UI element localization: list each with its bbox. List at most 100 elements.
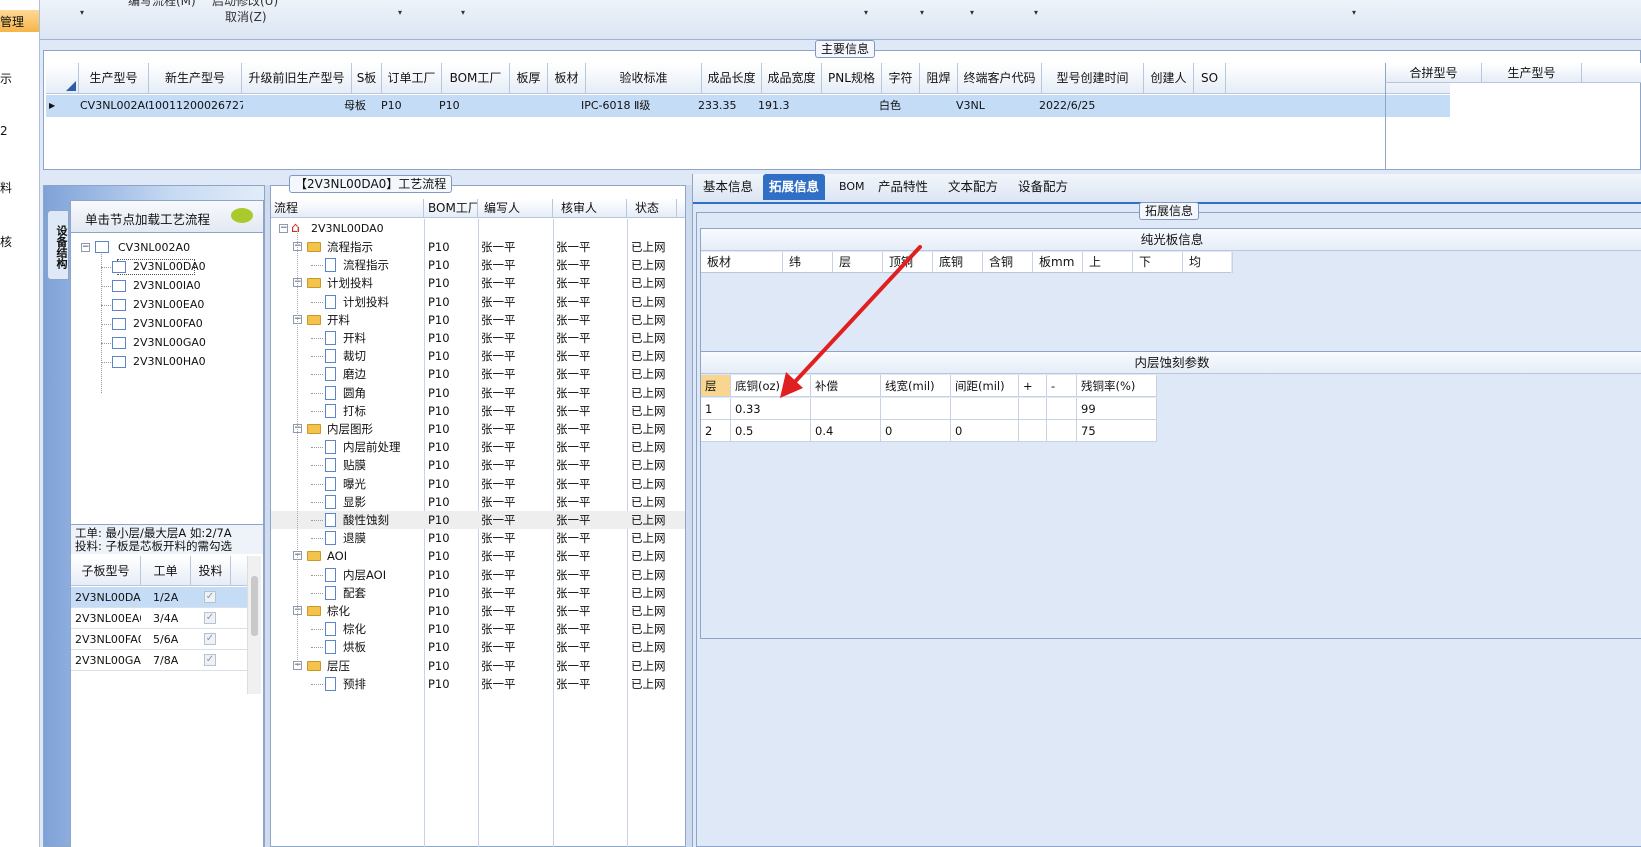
col-header[interactable]: 成品长度 <box>702 63 762 93</box>
left-nav-item-3[interactable]: 料 <box>0 179 12 196</box>
table-cell[interactable] <box>1019 420 1047 442</box>
process-step-row[interactable]: 内层前处理 P10 张一平 张一平 已上网 <box>271 438 685 456</box>
col-header[interactable]: 层 <box>833 252 883 273</box>
col-header[interactable]: 均 <box>1183 252 1233 273</box>
col-header[interactable]: 板mm <box>1033 252 1083 273</box>
table-cell[interactable]: 0.33 <box>731 398 811 420</box>
process-step-row[interactable]: 打标 P10 张一平 张一平 已上网 <box>271 402 685 420</box>
checkbox[interactable]: ✓ <box>204 612 216 624</box>
process-group-row[interactable]: − 开料 P10 张一平 张一平 已上网 <box>271 311 685 329</box>
side-tab[interactable]: 设备结构 <box>47 210 69 280</box>
table-row[interactable]: 2V3NL00EA0 3/4A ✓ <box>71 608 247 629</box>
dropdown-arrow-icon[interactable]: ▾ <box>398 8 402 17</box>
col-header[interactable]: 顶铜 <box>883 252 933 273</box>
col-header[interactable]: 流程 <box>271 199 424 218</box>
dropdown-arrow-icon[interactable]: ▾ <box>1034 8 1038 17</box>
col-header[interactable]: 板厚 <box>510 63 548 93</box>
col-header[interactable]: 底铜(oz) <box>731 375 811 397</box>
col-header[interactable]: 合拼型号 <box>1386 63 1482 83</box>
table-row[interactable]: 2V3NL00FA0 5/6A ✓ <box>71 629 247 650</box>
left-nav-item-1[interactable]: 示 <box>0 70 12 87</box>
process-step-row[interactable]: 退膜 P10 张一平 张一平 已上网 <box>271 529 685 547</box>
process-group-row[interactable]: − 层压 P10 张一平 张一平 已上网 <box>271 657 685 675</box>
col-header[interactable]: 编写人 <box>478 199 553 218</box>
tab-equipment-recipe[interactable]: 设备配方 <box>1012 174 1074 200</box>
col-header[interactable]: 纬 <box>783 252 833 273</box>
table-row[interactable]: 2V3NL00GA0 7/8A ✓ <box>71 650 247 671</box>
table-cell[interactable]: 75 <box>1077 420 1157 442</box>
tab-basic-info[interactable]: 基本信息 <box>697 174 759 200</box>
menu-item-edit-flow[interactable]: 编写流程(M) <box>128 0 196 9</box>
tree-node[interactable]: 2V3NL00DA0 <box>71 258 263 277</box>
checkbox[interactable]: ✓ <box>204 654 216 666</box>
col-header[interactable]: 验收标准 <box>586 63 702 93</box>
dropdown-arrow-icon[interactable]: ▾ <box>920 8 924 17</box>
table-cell[interactable] <box>1047 420 1077 442</box>
tree-root[interactable]: CV3NL002A0 <box>118 241 190 254</box>
col-header[interactable]: 型号创建时间 <box>1042 63 1144 93</box>
tree-node[interactable]: 2V3NL00EA0 <box>71 296 263 315</box>
col-header[interactable]: 升级前旧生产型号 <box>242 63 352 93</box>
col-header[interactable]: 残铜率(%) <box>1077 375 1157 397</box>
col-header[interactable]: + <box>1019 375 1047 397</box>
col-header[interactable]: 板材 <box>548 63 586 93</box>
col-header[interactable]: 终端客户代码 <box>958 63 1042 93</box>
process-step-row[interactable]: 预排 P10 张一平 张一平 已上网 <box>271 675 685 693</box>
process-root-row[interactable]: − ⌂ 2V3NL00DA0 <box>271 219 685 238</box>
table-cell[interactable] <box>1019 398 1047 420</box>
col-header[interactable]: S板 <box>352 63 382 93</box>
process-group-row[interactable]: − 计划投料 P10 张一平 张一平 已上网 <box>271 274 685 292</box>
process-step-row[interactable]: 流程指示 P10 张一平 张一平 已上网 <box>271 256 685 274</box>
process-step-row[interactable]: 开料 P10 张一平 张一平 已上网 <box>271 329 685 347</box>
process-step-row[interactable]: 裁切 P10 张一平 张一平 已上网 <box>271 347 685 365</box>
col-header[interactable]: 成品宽度 <box>762 63 822 93</box>
dropdown-arrow-icon[interactable]: ▾ <box>1352 8 1356 17</box>
process-step-row[interactable]: 圆角 P10 张一平 张一平 已上网 <box>271 384 685 402</box>
col-header[interactable]: 状态 <box>627 199 677 218</box>
col-header[interactable]: SO <box>1194 63 1226 93</box>
table-cell[interactable]: 0 <box>881 420 951 442</box>
col-header[interactable]: BOM工厂 <box>424 199 478 218</box>
checkbox[interactable]: ✓ <box>204 633 216 645</box>
table-cell[interactable] <box>1047 398 1077 420</box>
col-header[interactable]: 下 <box>1133 252 1183 273</box>
col-header[interactable]: 上 <box>1083 252 1133 273</box>
scrollbar-thumb[interactable] <box>251 576 258 636</box>
col-header[interactable]: 含铜 <box>983 252 1033 273</box>
col-header[interactable]: 板材 <box>701 252 783 273</box>
left-nav-item-4[interactable]: 核 <box>0 233 12 250</box>
table-row[interactable]: ▶ CV3NL002A0 10011200026727 母板 P10 P10 I… <box>46 95 1450 117</box>
process-step-row[interactable]: 贴膜 P10 张一平 张一平 已上网 <box>271 456 685 474</box>
process-step-row[interactable]: 棕化 P10 张一平 张一平 已上网 <box>271 620 685 638</box>
process-step-row[interactable]: 配套 P10 张一平 张一平 已上网 <box>271 584 685 602</box>
process-step-row[interactable]: 烘板 P10 张一平 张一平 已上网 <box>271 638 685 656</box>
process-step-row[interactable]: 酸性蚀刻 P10 张一平 张一平 已上网 <box>271 511 685 529</box>
col-header[interactable]: 订单工厂 <box>382 63 442 93</box>
dropdown-arrow-icon[interactable]: ▾ <box>461 8 465 17</box>
col-header[interactable]: 工单 <box>141 556 191 586</box>
collapse-icon[interactable]: − <box>279 224 288 233</box>
tab-text-recipe[interactable]: 文本配方 <box>942 174 1004 200</box>
dropdown-arrow-icon[interactable]: ▾ <box>80 8 84 17</box>
process-group-row[interactable]: − AOI P10 张一平 张一平 已上网 <box>271 547 685 565</box>
col-header[interactable]: 生产型号 <box>1482 63 1582 83</box>
col-header[interactable]: 层 <box>701 375 731 397</box>
table-cell[interactable] <box>811 398 881 420</box>
process-group-row[interactable]: − 内层图形 P10 张一平 张一平 已上网 <box>271 420 685 438</box>
tree-node[interactable]: 2V3NL00GA0 <box>71 334 263 353</box>
table-cell[interactable]: 0.5 <box>731 420 811 442</box>
col-header[interactable]: BOM工厂 <box>442 63 510 93</box>
tab-ext-info[interactable]: 拓展信息 <box>763 174 826 200</box>
table-row[interactable]: 2V3NL00DA0 1/2A ✓ <box>71 587 247 608</box>
process-step-row[interactable]: 磨边 P10 张一平 张一平 已上网 <box>271 365 685 383</box>
checkbox[interactable]: ✓ <box>204 591 216 603</box>
col-header[interactable]: 阻焊 <box>920 63 958 93</box>
col-header[interactable]: 投料 <box>191 556 231 586</box>
table-cell[interactable] <box>881 398 951 420</box>
col-header[interactable]: 创建人 <box>1144 63 1194 93</box>
col-header[interactable]: 线宽(mil) <box>881 375 951 397</box>
table-cell[interactable]: 99 <box>1077 398 1157 420</box>
table-cell[interactable]: 2 <box>701 420 731 442</box>
col-header[interactable]: 子板型号 <box>71 556 141 586</box>
process-step-row[interactable]: 显影 P10 张一平 张一平 已上网 <box>271 493 685 511</box>
